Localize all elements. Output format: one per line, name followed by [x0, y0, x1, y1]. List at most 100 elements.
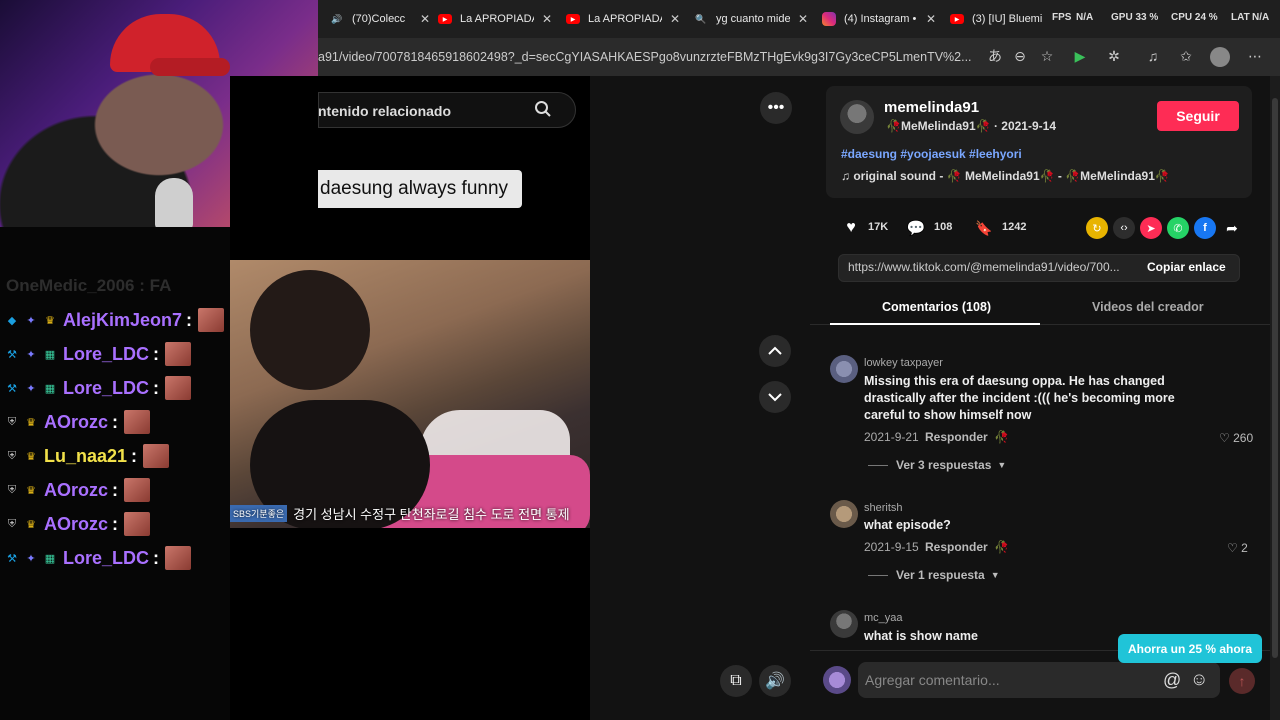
send-to-friends-icon[interactable]: ➤ [1140, 217, 1162, 239]
search-input[interactable]: ntenido relacionado [318, 103, 451, 119]
video-caption: daesung always funny [318, 170, 523, 208]
embed-icon[interactable]: ‹› [1113, 217, 1135, 239]
star-badge-icon: ✦ [26, 552, 36, 565]
close-icon[interactable]: ✕ [798, 12, 808, 26]
browser-tab-5[interactable]: ▶ (3) [IU] Bluemi [950, 6, 1046, 32]
browser-tab-4[interactable]: (4) Instagram • ✕ [822, 6, 936, 32]
comment-icon[interactable]: 💬 [905, 217, 927, 239]
extension-play-icon[interactable]: ▶ [1071, 47, 1089, 65]
chat-username[interactable]: Lore_LDC [63, 344, 149, 365]
cpu-stat: CPU 24 % [1171, 12, 1218, 23]
next-video-button[interactable] [759, 381, 791, 413]
facebook-icon[interactable]: f [1194, 217, 1216, 239]
chat-separator: : [112, 411, 119, 432]
avatar[interactable] [840, 100, 874, 134]
shield-badge-icon: ⛨ [7, 517, 17, 530]
sound-row[interactable]: ♫ original sound - 🥀 MeMelinda91🥀 - 🥀MeM… [841, 169, 1170, 183]
share-arrow-icon[interactable]: ➦ [1221, 217, 1243, 239]
chat-emote [165, 342, 192, 366]
sticker-icon: 🥀 [994, 430, 1009, 444]
grid-badge-icon: ▦ [44, 552, 56, 565]
avatar[interactable] [830, 355, 858, 383]
chat-username[interactable]: AOrozc [44, 412, 108, 433]
hashtags[interactable]: #daesung #yoojaesuk #leehyori [841, 147, 1022, 161]
grid-badge-icon: ▦ [44, 348, 56, 361]
url-text[interactable]: a91/video/7007818465918602498?_d=secCgYI… [318, 50, 972, 64]
volume-button[interactable]: 🔊 [759, 665, 791, 697]
mention-icon[interactable]: @ [1163, 670, 1181, 691]
avatar [823, 666, 851, 694]
chat-username[interactable]: AOrozc [44, 514, 108, 535]
profile-icon[interactable] [1210, 47, 1230, 67]
avatar[interactable] [830, 610, 858, 638]
rose-icon: 🥀 [886, 119, 901, 133]
whatsapp-icon[interactable]: ✆ [1167, 217, 1189, 239]
browser-tab-3[interactable]: 🔍 yg cuanto mide ✕ [694, 6, 808, 32]
share-url[interactable]: https://www.tiktok.com/@memelinda91/vide… [848, 260, 1120, 274]
person-shape [250, 270, 370, 390]
chat-message: ⛨ ♛ Lu_naa21: [4, 441, 170, 471]
browser-tab-1[interactable]: ▶ La APROPIADA ✕ [438, 6, 552, 32]
reply-button[interactable]: Responder [925, 430, 988, 444]
zoom-icon[interactable]: ⊖ [1011, 47, 1029, 65]
comment-like[interactable]: ♡ 2 [1227, 541, 1248, 555]
hammer-badge-icon: ⚒ [7, 382, 17, 395]
chat-username[interactable]: Lore_LDC [63, 378, 149, 399]
browser-tab-2[interactable]: ▶ La APROPIADA ✕ [566, 6, 680, 32]
promo-banner[interactable]: Ahorra un 25 % ahora [1118, 634, 1262, 663]
chat-username[interactable]: Lu_naa21 [44, 446, 127, 467]
tab-label: (4) Instagram • [844, 13, 917, 25]
close-icon[interactable]: ✕ [926, 12, 936, 26]
close-icon[interactable]: ✕ [542, 12, 552, 26]
bookmark-icon[interactable]: 🔖 [973, 217, 995, 239]
follow-button[interactable]: Seguir [1157, 101, 1239, 131]
post-date: 2021-9-14 [1001, 119, 1056, 133]
view-replies-button[interactable]: Ver 1 respuesta ▼ [868, 568, 1000, 582]
previous-video-button[interactable] [759, 335, 791, 367]
hammer-badge-icon: ⚒ [7, 348, 17, 361]
emoji-icon[interactable]: ☺ [1190, 669, 1208, 690]
avatar[interactable] [830, 500, 858, 528]
chat-separator: : [131, 445, 138, 466]
view-replies-label: Ver 3 respuestas [896, 458, 992, 472]
search-icon[interactable] [534, 100, 552, 123]
close-icon[interactable]: ✕ [670, 12, 680, 26]
comment-username[interactable]: lowkey taxpayer [864, 357, 943, 369]
comment-like[interactable]: ♡ 260 [1219, 431, 1253, 445]
chat-username[interactable]: Lore_LDC [63, 548, 149, 569]
comment-like-count: 260 [1233, 431, 1254, 445]
crown-badge-icon: ♛ [45, 314, 55, 327]
media-icon[interactable]: ♫ [1144, 47, 1162, 65]
translate-icon[interactable]: あ [986, 47, 1004, 65]
author-username[interactable]: memelinda91 [884, 99, 979, 116]
star-icon[interactable]: ☆ [1038, 47, 1056, 65]
tab-creator-videos[interactable]: Videos del creador [1092, 300, 1204, 314]
heart-icon[interactable]: ♥ [840, 217, 862, 239]
favorites-icon[interactable]: ✩ [1177, 47, 1195, 65]
send-comment-button[interactable]: ↑ [1229, 668, 1255, 694]
scrollbar-thumb[interactable] [1272, 98, 1278, 658]
chat-message: ◆ ✦ ♛ AlejKimJeon7: [4, 305, 225, 335]
author-meta: 🥀MeMelinda91🥀 · 2021-9-14 [886, 119, 1056, 133]
comment-placeholder[interactable]: Agregar comentario... [865, 672, 1000, 688]
video-frame[interactable] [230, 260, 590, 528]
tab-label: (70)Colecc [352, 13, 406, 25]
youtube-icon: ▶ [566, 14, 580, 24]
chat-username[interactable]: AlejKimJeon7 [63, 310, 182, 331]
tab-comments[interactable]: Comentarios (108) [882, 300, 991, 314]
close-icon[interactable]: ✕ [420, 12, 430, 26]
comment-username[interactable]: mc_yaa [864, 612, 903, 624]
more-options-button[interactable]: ••• [760, 92, 792, 124]
browser-tab-0[interactable]: 🔊 (70)Colecc ✕ [330, 6, 430, 32]
view-replies-button[interactable]: Ver 3 respuestas ▼ [868, 458, 1006, 472]
pip-button[interactable]: ⧉ [720, 665, 752, 697]
chat-username[interactable]: AOrozc [44, 480, 108, 501]
rose-icon: 🥀 [975, 119, 991, 133]
copy-link-button[interactable]: Copiar enlace [1147, 260, 1226, 274]
puzzle-icon[interactable]: ✲ [1105, 47, 1123, 65]
comment-username[interactable]: sheritsh [864, 502, 903, 514]
repost-icon[interactable]: ↻ [1086, 217, 1108, 239]
author-display-name: MeMelinda91 [900, 119, 976, 133]
reply-button[interactable]: Responder [925, 540, 988, 554]
more-icon[interactable]: ⋯ [1246, 47, 1264, 65]
